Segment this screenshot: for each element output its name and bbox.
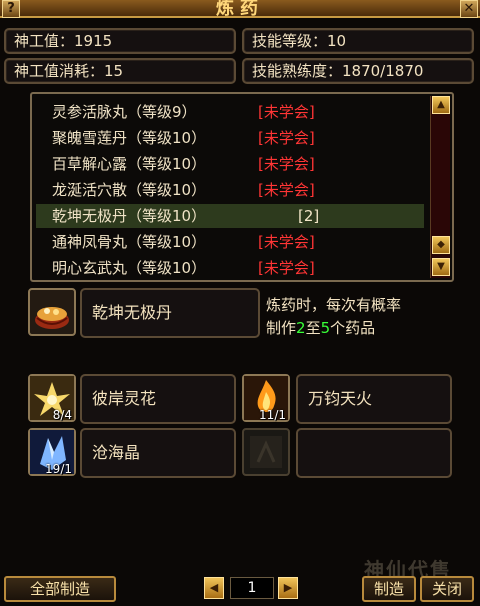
material-name-box: 万钧天火 [296,374,452,424]
material-crystal-icon[interactable]: 19/1 [28,428,76,476]
material-count: 11/1 [259,408,286,422]
close-icon[interactable]: ✕ [460,0,478,18]
recipe-name: 灵参活脉丸（等级9） [52,103,197,121]
recipe-status: [未学会] [258,233,315,251]
recipe-name: 通神凤骨丸（等级10） [52,233,207,251]
recipe-row[interactable]: 龙涎活穴散（等级10） [未学会] [36,178,424,202]
recipe-status: [未学会] [258,181,315,199]
material-fire-icon[interactable]: 11/1 [242,374,290,422]
material-count: 19/1 [45,462,72,476]
recipe-name: 乾坤无极丹（等级10） [52,207,207,225]
recipe-status: [未学会] [258,129,315,147]
description-line-2: 制作2至5个药品 [266,319,376,337]
recipe-row[interactable]: 灵参活脉丸（等级9） [未学会] [36,100,424,124]
list-scrollbar[interactable]: ▲ ◆ ▼ [430,96,450,278]
prev-page-icon[interactable]: ◀ [204,577,224,599]
proficiency-field: 技能熟练度：1870/1870 [242,58,474,84]
empty-material-name-box [296,428,452,478]
material-name-box: 沧海晶 [80,428,236,478]
recipe-row[interactable]: 通神凤骨丸（等级10） [未学会] [36,230,424,254]
product-pill-icon[interactable] [28,288,76,336]
scroll-thumb-icon[interactable]: ◆ [432,236,450,254]
make-all-button[interactable]: 全部制造 [4,576,116,602]
scroll-up-icon[interactable]: ▲ [432,96,450,114]
make-button[interactable]: 制造 [362,576,416,602]
help-icon[interactable]: ? [2,0,20,18]
recipe-status: [未学会] [258,103,315,121]
divine-cost-field: 神工值消耗：15 [4,58,236,84]
product-name-box: 乾坤无极丹 [80,288,260,338]
next-page-icon[interactable]: ▶ [278,577,298,599]
recipe-row[interactable]: 明心玄武丸（等级10） [未学会] [36,256,424,280]
recipe-list: 灵参活脉丸（等级9） [未学会] 聚魄雪莲丹（等级10） [未学会] 百草解心露… [30,92,454,282]
material-flower-icon[interactable]: 8/4 [28,374,76,422]
recipe-name: 聚魄雪莲丹（等级10） [52,129,207,147]
recipe-name: 明心玄武丸（等级10） [52,259,207,277]
window-title: 炼药 [216,0,264,19]
material-name-box: 彼岸灵花 [80,374,236,424]
scroll-down-icon[interactable]: ▼ [432,258,450,276]
recipe-row[interactable]: 百草解心露（等级10） [未学会] [36,152,424,176]
page-number-field[interactable]: 1 [230,577,274,599]
recipe-name: 百草解心露（等级10） [52,155,207,173]
material-count: 8/4 [52,408,72,422]
description-line-1: 炼药时，每次有概率 [266,296,402,314]
skill-level-field: 技能等级：10 [242,28,474,54]
recipe-status: [未学会] [258,155,315,173]
recipe-row-selected[interactable]: 乾坤无极丹（等级10） [2] [36,204,424,228]
recipe-name: 龙涎活穴散（等级10） [52,181,207,199]
close-button[interactable]: 关闭 [420,576,474,602]
recipe-status: [未学会] [258,259,315,277]
empty-material-slot[interactable] [242,428,290,476]
recipe-row[interactable]: 聚魄雪莲丹（等级10） [未学会] [36,126,424,150]
recipe-status: [2] [298,207,320,225]
product-description: 炼药时，每次有概率 制作2至5个药品 [266,294,466,340]
divine-value-field: 神工值：1915 [4,28,236,54]
